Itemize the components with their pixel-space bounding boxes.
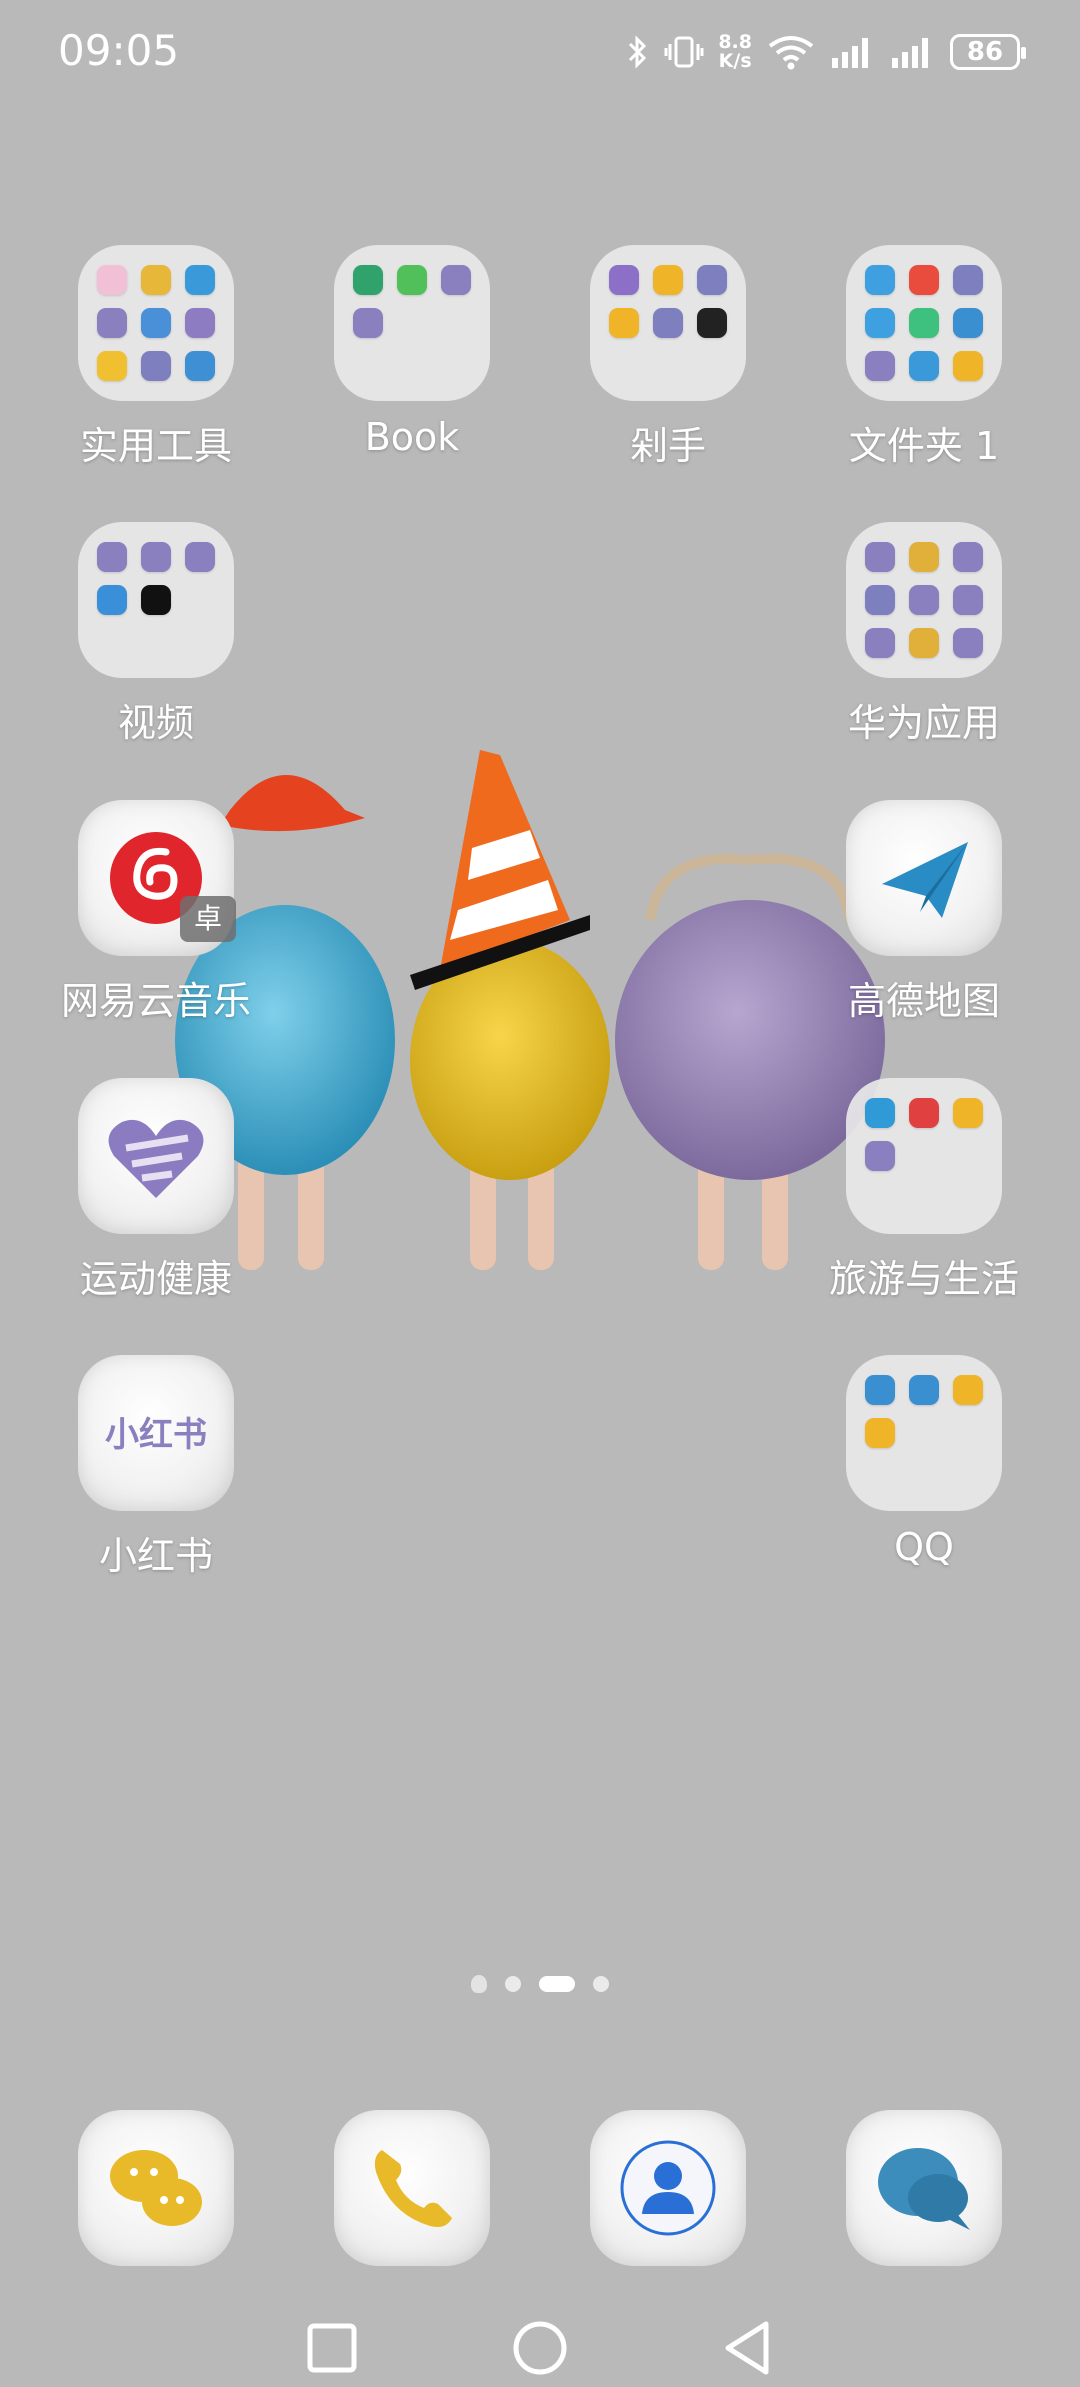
app-label: 文件夹 1 (848, 424, 1000, 468)
status-bar: 09:05 8.8 K/s 86 (0, 0, 1080, 105)
app-label: 旅游与生活 (828, 1257, 1019, 1301)
dock-chat-app[interactable] (846, 2110, 1002, 2266)
folder-1[interactable]: 文件夹 1 (814, 245, 1034, 470)
app-label: 运动健康 (79, 1257, 232, 1301)
app-label: 高德地图 (847, 979, 1000, 1023)
status-icons: 8.8 K/s 86 (626, 28, 1026, 76)
folder-book[interactable]: Book (302, 245, 522, 459)
signal-icon (892, 38, 928, 68)
battery-icon: 86 (950, 34, 1026, 70)
app-tile (846, 800, 1002, 956)
folder-travel-life[interactable]: 旅游与生活 (814, 1078, 1034, 1303)
app-label: 实用工具 (79, 424, 232, 468)
heart-icon (108, 1119, 204, 1198)
home-button[interactable] (510, 2318, 570, 2378)
app-label: 华为应用 (847, 701, 1000, 745)
xiaohongshu-logo: 小红书 (105, 1415, 207, 1455)
lightbulb-icon (471, 1975, 487, 1993)
app-label: Book (364, 415, 460, 459)
page-dot[interactable] (505, 1976, 521, 1992)
dock-contacts-app[interactable] (590, 2110, 746, 2266)
wifi-icon (768, 36, 814, 70)
app-label: 小红书 (98, 1534, 213, 1578)
speech-bubble-icon (878, 2148, 970, 2230)
folder-shopping[interactable]: 剁手 (558, 245, 778, 470)
app-label: 视频 (117, 701, 194, 745)
navigation-bar (0, 2300, 1080, 2387)
app-amap[interactable]: 高德地图 (814, 800, 1034, 1025)
app-health[interactable]: 运动健康 (46, 1078, 266, 1303)
bluetooth-icon (629, 35, 647, 69)
folder-tile (846, 245, 1002, 401)
net-speed: 8.8 K/s (718, 31, 752, 72)
app-tile: 小红书 (78, 1355, 234, 1511)
signal-icon (832, 38, 868, 68)
folder-tile (846, 1355, 1002, 1511)
folder-video[interactable]: 视频 (46, 522, 266, 747)
paper-plane-icon (882, 842, 968, 918)
folder-tile (846, 1078, 1002, 1234)
page-indicator[interactable] (0, 1975, 1080, 1993)
folder-tile (590, 245, 746, 401)
folder-tile (846, 522, 1002, 678)
page-dot-active[interactable] (539, 1976, 575, 1992)
app-netease-music[interactable]: 卓 网易云音乐 (46, 800, 266, 1025)
page-dot[interactable] (593, 1976, 609, 1992)
folder-tile (334, 245, 490, 401)
dock-messages-app[interactable] (78, 2110, 234, 2266)
clock: 09:05 (58, 26, 180, 75)
dock-phone-app[interactable] (334, 2110, 490, 2266)
folder-tile (78, 522, 234, 678)
folder-huawei-apps[interactable]: 华为应用 (814, 522, 1034, 747)
wallpaper-characters (175, 750, 885, 1270)
folder-qq[interactable]: QQ (814, 1355, 1034, 1569)
app-label: QQ (894, 1525, 954, 1569)
recent-apps-button[interactable] (302, 2318, 362, 2378)
app-xiaohongshu[interactable]: 小红书 小红书 (46, 1355, 266, 1580)
app-label: 网易云音乐 (60, 979, 251, 1023)
vibrate-icon (664, 36, 704, 68)
contact-person-icon (620, 2140, 716, 2236)
app-label: 剁手 (629, 424, 706, 468)
app-tile: 卓 (78, 800, 236, 956)
store-badge: 卓 (180, 896, 236, 942)
folder-tile (78, 245, 234, 401)
phone-icon (374, 2150, 452, 2227)
back-button[interactable] (718, 2318, 778, 2378)
chat-bubbles-icon (110, 2150, 202, 2226)
folder-utilities[interactable]: 实用工具 (46, 245, 266, 470)
app-tile (78, 1078, 234, 1234)
